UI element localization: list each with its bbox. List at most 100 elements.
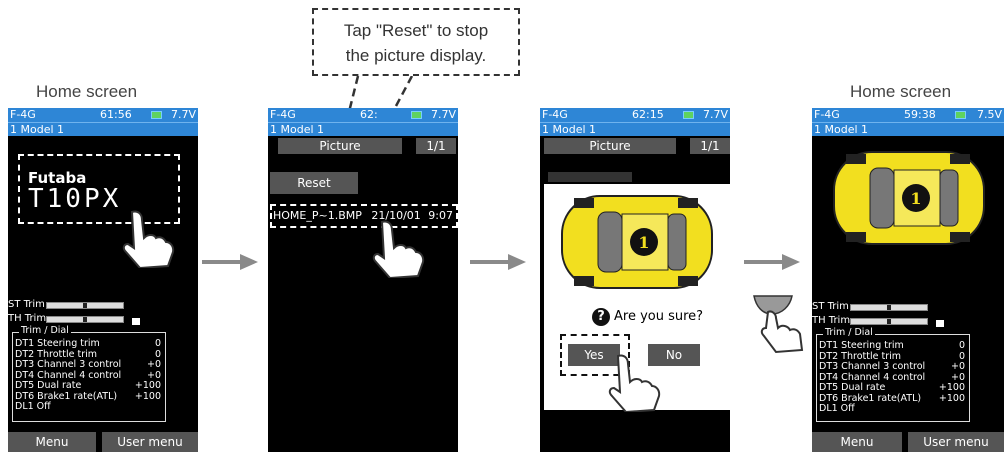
- voltage: 7.7V: [170, 108, 196, 121]
- voltage: 7.5V: [976, 108, 1002, 121]
- home-key-icon: [753, 295, 804, 354]
- dial-row: DT5 Dual rate +100: [817, 382, 969, 394]
- status-bar: F-4G 61:56 7.7V: [8, 108, 198, 122]
- status-bar: F-4G 62:15 7.7V: [540, 108, 730, 122]
- picture-file-row[interactable]: HOME_P~1.BMP 21/10/01 9:07: [270, 204, 458, 228]
- timer: 61:56: [100, 108, 132, 121]
- th-trim-bar: [46, 316, 124, 323]
- dial-row-value: +100: [134, 390, 161, 402]
- model-bar: 1 Model 1: [268, 122, 458, 136]
- status-bar: F-4G 62: 7.7V: [268, 108, 458, 122]
- reset-callout: Tap "Reset" to stop the picture display.: [312, 8, 520, 76]
- svg-text:1: 1: [638, 233, 649, 252]
- dial-row-value: 0: [154, 338, 161, 349]
- confirm-dialog: 1 ? Are you sure? Yes No: [544, 184, 730, 412]
- dial-row: DT5 Dual rate +100: [13, 380, 165, 392]
- car-picture: 1: [833, 151, 985, 245]
- dial-row-value: 0: [958, 340, 965, 351]
- menu-button[interactable]: Menu: [8, 432, 96, 452]
- arrow-right-icon: [744, 254, 800, 270]
- callout-line-2: the picture display.: [345, 46, 487, 65]
- screen-confirm-dialog: F-4G 62:15 7.7V 1 Model 1 Picture 1/1 1 …: [540, 108, 730, 452]
- lock-icon: [936, 320, 944, 327]
- logo-model: T10PX: [28, 184, 122, 214]
- system-label: F-4G: [270, 108, 296, 121]
- trim-dial-box: Trim / Dial DT1 Steering trim 0 DT2 Thrott…: [12, 325, 166, 422]
- screen-home-2: F-4G 59:38 7.5V 1 Model 1 1 ST Trim TH T…: [812, 108, 1004, 452]
- dial-row-value: +100: [938, 392, 965, 404]
- st-trim-bar: [850, 304, 928, 311]
- lock-icon: [132, 318, 140, 325]
- model-name: 1 Model 1: [270, 123, 325, 136]
- timer: 62:: [360, 108, 378, 121]
- dial-row: DT3 Channel 3 control +0: [817, 361, 969, 373]
- th-trim-bar: [850, 318, 928, 325]
- user-menu-button[interactable]: User menu: [908, 432, 1004, 452]
- dial-row: DT1 Steering trim 0: [13, 338, 165, 350]
- dial-row-value: +100: [134, 380, 161, 391]
- dial-row: DL1 Off: [817, 403, 969, 415]
- dial-row-label: DT3 Channel 3 control: [15, 359, 122, 370]
- callout-line-1: Tap "Reset" to stop: [343, 21, 489, 40]
- model-name: 1 Model 1: [814, 123, 869, 136]
- voltage: 7.7V: [430, 108, 456, 121]
- page-indicator: 1/1: [416, 138, 456, 154]
- st-trim-bar: [46, 302, 124, 309]
- model-name: 1 Model 1: [10, 123, 65, 136]
- confirm-question: Are you sure?: [614, 309, 704, 324]
- file-time: 9:07: [428, 209, 453, 222]
- model-bar: 1 Model 1: [540, 122, 730, 136]
- dial-row: DT1 Steering trim 0: [817, 340, 969, 352]
- finger-tap-icon: [122, 210, 175, 268]
- dial-row-label: DL1 Off: [15, 401, 51, 412]
- dial-row-label: DT3 Channel 3 control: [819, 361, 926, 372]
- trim-dial-box: Trim / Dial DT1 Steering trim 0 DT2 Thrott…: [816, 327, 970, 422]
- reset-button[interactable]: Reset: [270, 172, 358, 194]
- picture-title: Picture: [278, 138, 402, 154]
- dial-row: DL1 Off: [13, 401, 165, 413]
- timer: 62:15: [632, 108, 664, 121]
- picture-title: Picture: [544, 138, 676, 154]
- car-picture: 1: [561, 195, 713, 289]
- voltage: 7.7V: [702, 108, 728, 121]
- th-trim-label: TH Trim: [8, 313, 47, 324]
- screen-picture-list: F-4G 62: 7.7V 1 Model 1 Picture 1/1 Rese…: [268, 108, 458, 452]
- finger-tap-icon: [372, 220, 425, 278]
- dial-row-label: DT5 Dual rate: [819, 382, 886, 393]
- screen-home-1: F-4G 61:56 7.7V 1 Model 1 Futaba T10PX S…: [8, 108, 198, 452]
- system-label: F-4G: [10, 108, 36, 121]
- model-bar: 1 Model 1: [812, 122, 1004, 136]
- timer: 59:38: [904, 108, 936, 121]
- question-icon: ?: [592, 308, 610, 326]
- menu-button[interactable]: Menu: [812, 432, 902, 452]
- dial-row-value: +100: [938, 382, 965, 393]
- battery-icon: [955, 111, 966, 119]
- model-name: 1 Model 1: [542, 123, 597, 136]
- user-menu-button[interactable]: User menu: [102, 432, 198, 452]
- trim-display: ST Trim TH Trim: [812, 300, 952, 328]
- st-trim-label: ST Trim: [8, 299, 45, 310]
- caption-home-left: Home screen: [36, 82, 138, 101]
- system-label: F-4G: [814, 108, 840, 121]
- st-trim-label: ST Trim: [812, 301, 849, 312]
- th-trim-label: TH Trim: [812, 315, 851, 326]
- finger-tap-icon: [608, 354, 661, 412]
- dial-title: Trim / Dial: [823, 327, 875, 339]
- dial-row-label: DT1 Steering trim: [15, 338, 100, 349]
- dial-row-value: +0: [146, 359, 161, 370]
- dial-row-value: +0: [950, 361, 965, 372]
- dial-row: DT3 Channel 3 control +0: [13, 359, 165, 371]
- battery-icon: [151, 111, 162, 119]
- battery-icon: [683, 111, 694, 119]
- file-name: HOME_P~1.BMP: [273, 209, 362, 222]
- svg-text:1: 1: [910, 189, 921, 208]
- dial-row-label: DT5 Dual rate: [15, 380, 82, 391]
- arrow-right-icon: [470, 254, 526, 270]
- trim-display: ST Trim TH Trim: [8, 298, 148, 326]
- system-label: F-4G: [542, 108, 568, 121]
- battery-icon: [411, 111, 422, 119]
- arrow-right-icon: [202, 254, 258, 270]
- status-bar: F-4G 59:38 7.5V: [812, 108, 1004, 122]
- model-bar: 1 Model 1: [8, 122, 198, 136]
- caption-home-right: Home screen: [850, 82, 952, 101]
